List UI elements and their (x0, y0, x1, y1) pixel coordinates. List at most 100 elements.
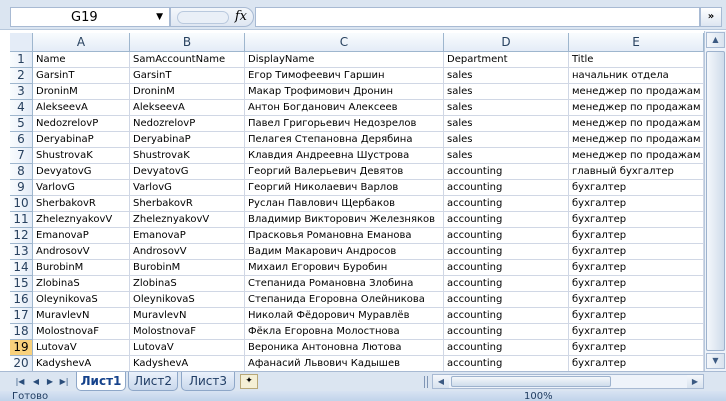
cell[interactable]: бухгалтер (569, 324, 704, 340)
cell[interactable]: Department (444, 52, 569, 68)
cell[interactable]: MolostnovaF (33, 324, 130, 340)
cell[interactable]: EmanovaP (33, 228, 130, 244)
cell[interactable]: GarsinT (130, 68, 245, 84)
row-header[interactable]: 18 (10, 324, 33, 340)
cell[interactable]: бухгалтер (569, 292, 704, 308)
cell[interactable]: ZlobinaS (130, 276, 245, 292)
cell[interactable]: accounting (444, 340, 569, 356)
cell[interactable]: accounting (444, 308, 569, 324)
cell[interactable]: LutovaV (130, 340, 245, 356)
cell[interactable]: ShustrovaK (33, 148, 130, 164)
scroll-down-icon[interactable]: ▼ (706, 353, 725, 369)
cell[interactable]: Руслан Павлович Щербаков (245, 196, 444, 212)
cell[interactable]: VarlovG (33, 180, 130, 196)
row-header[interactable]: 4 (10, 100, 33, 116)
cell[interactable]: accounting (444, 196, 569, 212)
cell[interactable]: ShustrovaK (130, 148, 245, 164)
cell[interactable]: MuravlevN (130, 308, 245, 324)
cell[interactable]: Антон Богданович Алексеев (245, 100, 444, 116)
select-all-corner[interactable] (10, 33, 33, 52)
expand-formula-bar-icon[interactable]: » (700, 7, 722, 27)
first-sheet-icon[interactable]: |◀ (14, 375, 26, 388)
cell[interactable]: бухгалтер (569, 180, 704, 196)
cell[interactable]: sales (444, 148, 569, 164)
tab-split-handle[interactable] (424, 376, 428, 388)
column-header-e[interactable]: E (569, 33, 704, 52)
row-header[interactable]: 1 (10, 52, 33, 68)
cell[interactable]: Фёкла Егоровна Молостнова (245, 324, 444, 340)
cell[interactable]: Николай Фёдорович Муравлёв (245, 308, 444, 324)
cell[interactable]: Прасковья Романовна Еманова (245, 228, 444, 244)
cell[interactable]: Вадим Макарович Андросов (245, 244, 444, 260)
cell[interactable]: ZlobinaS (33, 276, 130, 292)
cell[interactable]: LutovaV (33, 340, 130, 356)
cell[interactable]: Степанида Егоровна Олейникова (245, 292, 444, 308)
cell[interactable]: Пелагея Степановна Дерябина (245, 132, 444, 148)
cell[interactable]: Афанасий Львович Кадышев (245, 356, 444, 372)
cell[interactable]: VarlovG (130, 180, 245, 196)
horizontal-scroll-thumb[interactable] (451, 376, 611, 387)
cell[interactable]: Георгий Валерьевич Девятов (245, 164, 444, 180)
column-header-a[interactable]: A (33, 33, 130, 52)
cell[interactable]: DeryabinaP (130, 132, 245, 148)
row-header[interactable]: 5 (10, 116, 33, 132)
column-header-b[interactable]: B (130, 33, 245, 52)
row-header[interactable]: 14 (10, 260, 33, 276)
column-header-d[interactable]: D (444, 33, 569, 52)
cell[interactable]: начальник отдела (569, 68, 704, 84)
row-header[interactable]: 7 (10, 148, 33, 164)
row-header[interactable]: 13 (10, 244, 33, 260)
cell[interactable]: DevyatovG (33, 164, 130, 180)
cell[interactable]: менеджер по продажам (569, 132, 704, 148)
cell[interactable]: менеджер по продажам (569, 100, 704, 116)
cell[interactable]: Степанида Романовна Злобина (245, 276, 444, 292)
cell[interactable]: accounting (444, 180, 569, 196)
cell[interactable]: NedozrelovP (130, 116, 245, 132)
cell[interactable]: ZheleznyakovV (130, 212, 245, 228)
cell[interactable]: accounting (444, 260, 569, 276)
scroll-left-icon[interactable]: ◀ (433, 375, 449, 388)
cell[interactable]: GarsinT (33, 68, 130, 84)
cell[interactable]: MuravlevN (33, 308, 130, 324)
cell[interactable]: sales (444, 116, 569, 132)
row-header[interactable]: 6 (10, 132, 33, 148)
cell[interactable]: бухгалтер (569, 308, 704, 324)
cell[interactable]: accounting (444, 244, 569, 260)
cell[interactable]: sales (444, 68, 569, 84)
cell[interactable]: accounting (444, 228, 569, 244)
cell[interactable]: бухгалтер (569, 196, 704, 212)
cell[interactable]: SherbakovR (130, 196, 245, 212)
cell[interactable]: Михаил Егорович Буробин (245, 260, 444, 276)
cell[interactable]: Title (569, 52, 704, 68)
cell[interactable]: DroninM (33, 84, 130, 100)
row-header[interactable]: 20 (10, 356, 33, 372)
row-header[interactable]: 16 (10, 292, 33, 308)
cell[interactable]: бухгалтер (569, 228, 704, 244)
cell[interactable]: Клавдия Андреевна Шустрова (245, 148, 444, 164)
cell[interactable]: accounting (444, 164, 569, 180)
cell[interactable]: Вероника Антоновна Лютова (245, 340, 444, 356)
cell[interactable]: AndrosovV (33, 244, 130, 260)
chevron-down-icon[interactable]: ▼ (156, 12, 163, 22)
cell[interactable]: бухгалтер (569, 276, 704, 292)
name-box[interactable]: G19 ▼ (10, 7, 170, 27)
row-header[interactable]: 15 (10, 276, 33, 292)
cell[interactable]: бухгалтер (569, 212, 704, 228)
cell[interactable]: OleynikovaS (33, 292, 130, 308)
cell[interactable]: accounting (444, 356, 569, 372)
cell[interactable]: бухгалтер (569, 260, 704, 276)
cell[interactable]: бухгалтер (569, 244, 704, 260)
cell[interactable]: sales (444, 100, 569, 116)
cell[interactable]: MolostnovaF (130, 324, 245, 340)
formula-input[interactable] (255, 7, 700, 27)
cell[interactable]: accounting (444, 212, 569, 228)
cell[interactable]: AlekseevA (130, 100, 245, 116)
cell[interactable]: менеджер по продажам (569, 84, 704, 100)
cell[interactable]: KadyshevA (33, 356, 130, 372)
cell[interactable]: accounting (444, 276, 569, 292)
scroll-up-icon[interactable]: ▲ (706, 32, 725, 48)
cell[interactable]: бухгалтер (569, 356, 704, 372)
vertical-scrollbar[interactable]: ▲ ▼ (704, 31, 726, 371)
vertical-scroll-thumb[interactable] (706, 51, 725, 351)
column-header-c[interactable]: C (245, 33, 444, 52)
